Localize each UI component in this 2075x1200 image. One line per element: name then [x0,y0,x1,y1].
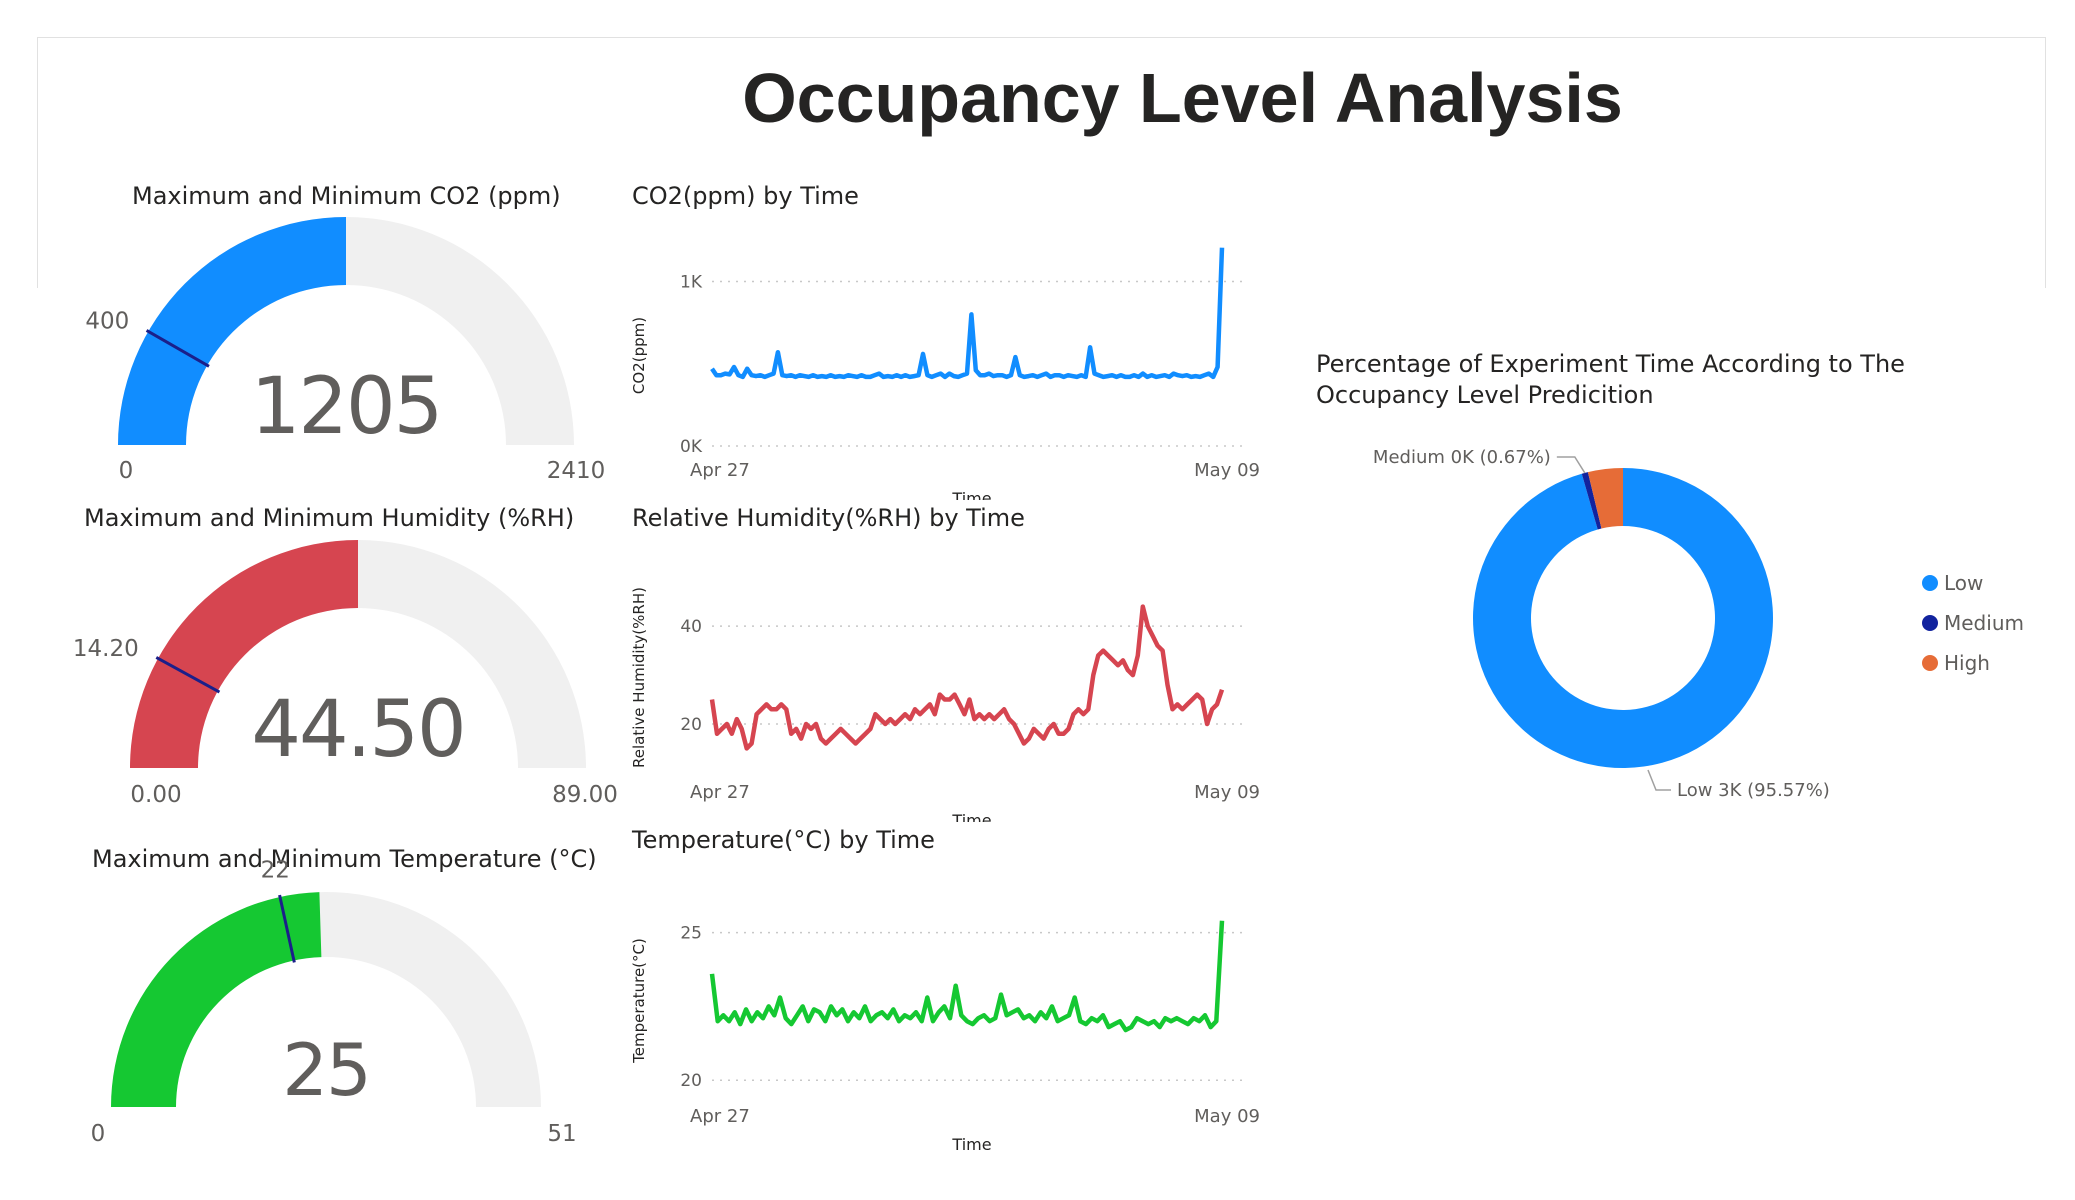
y-tick-label: 40 [680,617,702,637]
series-line [710,247,1225,380]
gauge-temperature[interactable]: Maximum and Minimum Temperature (°C) 22 2… [0,833,620,1153]
y-tick-label: 20 [680,1071,702,1091]
series-line [709,920,1225,1033]
gauge-humidity-svg: 14.20 44.50 0.00 89.00 [73,540,618,808]
donut-data-label-medium: Medium 0K (0.67%) [1373,447,1551,468]
y-axis-title: CO2(ppm) [630,317,648,394]
line-chart-temperature[interactable]: Temperature(°C) by Time 20 25 Apr 27 May 09… [620,814,1280,1154]
y-tick-label: 20 [680,715,702,735]
legend-item-high[interactable]: High [1922,643,2024,683]
x-tick-label: May 09 [1194,1106,1260,1127]
line-chart-co2[interactable]: CO2(ppm) by Time 0K 1K Apr 27 May 09 Time CO2… [620,170,1280,500]
donut-leader-low [1647,769,1671,791]
legend-label-medium: Medium [1944,611,2024,635]
legend-dot-medium [1922,615,1938,631]
legend-dot-low [1922,575,1938,591]
gauge-value: 1205 [251,362,442,452]
legend-item-medium[interactable]: Medium [1922,603,2024,643]
legend-label-low: Low [1944,571,1984,595]
line-chart-humidity[interactable]: Relative Humidity(%RH) by Time 20 40 Apr 2… [620,492,1280,822]
gauge-min-label: 0 [119,458,134,484]
line-chart-humidity-svg: 2040Apr 27 May 09TimeRelative Humidity(%R… [630,587,1260,822]
gauge-value: 25 [282,1028,370,1112]
donut-data-label-low: Low 3K (95.57%) [1677,780,1830,801]
line-chart-co2-svg: 0K1KApr 27 May 09TimeCO2(ppm) [630,247,1260,500]
donut-leader-medium [1556,456,1586,474]
x-tick-label: Apr 27 [690,460,750,481]
legend-dot-high [1922,655,1938,671]
gauge-co2-svg: 400 1205 0 2410 [85,217,606,484]
gauge-value: 44.50 [251,685,464,775]
gauge-max-label: 2410 [547,458,606,484]
line-chart-temperature-svg: 20 25 Apr 27 May 09 Time Temperature(°C) [630,920,1260,1154]
gauge-temperature-svg: 22 25 0 51 [91,857,577,1147]
gauge-min-label: 0 [91,1121,106,1147]
series-line [709,604,1225,751]
gauge-target-label: 400 [85,308,129,334]
gauge-max-label: 89.00 [552,782,618,808]
x-tick-label: May 09 [1194,460,1260,481]
legend-label-high: High [1944,651,1990,675]
y-tick-label: 0K [680,437,703,457]
y-axis-title: Relative Humidity(%RH) [630,587,648,768]
y-axis-title: Temperature(°C) [630,938,648,1064]
legend-item-low[interactable]: Low [1922,563,2024,603]
y-tick-label: 1K [680,272,703,292]
y-tick-label: 25 [680,924,702,944]
gauge-min-label: 0.00 [130,782,181,808]
gauge-co2[interactable]: Maximum and Minimum CO2 (ppm) 400 1205 0 24… [0,170,620,490]
gauge-max-label: 51 [547,1121,576,1147]
gauge-target-label: 14.20 [73,636,139,662]
gauge-humidity[interactable]: Maximum and Minimum Humidity (%RH) 14.20… [0,492,620,812]
gauge-target-label: 22 [261,857,290,883]
x-axis-title: Time [951,1135,991,1154]
x-tick-label: Apr 27 [690,1106,750,1127]
page-title: Occupancy Level Analysis [742,59,1623,137]
x-tick-label: Apr 27 [690,782,750,803]
x-tick-label: May 09 [1194,782,1260,803]
donut-legend: Low Medium High [1922,563,2024,683]
